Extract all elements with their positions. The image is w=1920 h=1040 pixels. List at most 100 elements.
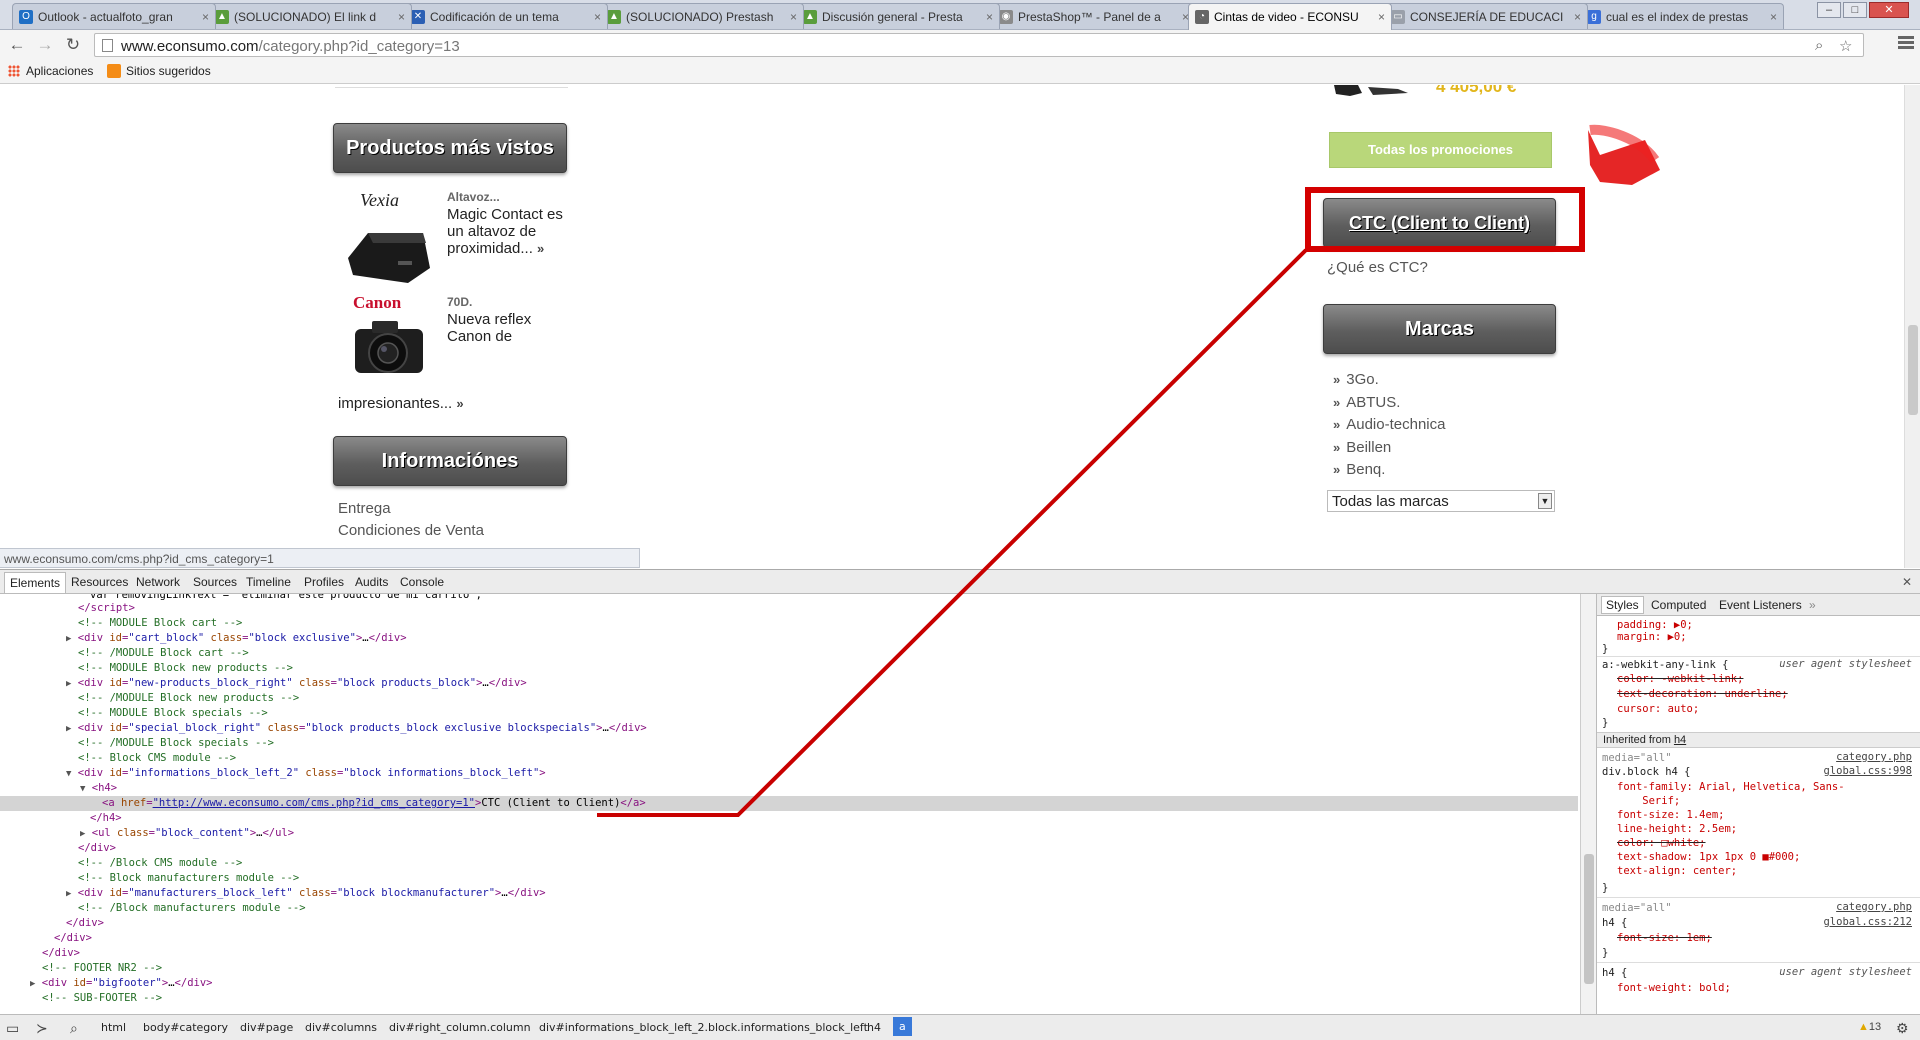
- close-tab-icon[interactable]: ×: [986, 10, 993, 24]
- tab-6[interactable]: ◉ PrestaShop™ - Panel de a ×: [992, 3, 1196, 29]
- breadcrumb-item[interactable]: div#page: [240, 1021, 293, 1034]
- tab-9[interactable]: g cual es el index de prestas ×: [1580, 3, 1784, 29]
- css-property[interactable]: font-size: 1.4em;: [1617, 808, 1724, 823]
- css-property[interactable]: font-family: Arial, Helvetica, Sans-: [1617, 780, 1845, 795]
- tab-title: Outlook - actualfoto_gran: [38, 9, 173, 24]
- tab-elements[interactable]: Elements: [4, 572, 67, 593]
- css-property[interactable]: text-shadow: 1px 1px 0 ■#000;: [1617, 850, 1800, 865]
- product-name[interactable]: Altavoz...: [447, 190, 500, 204]
- bookmark-star-icon[interactable]: ☆: [1839, 37, 1852, 55]
- breadcrumb-item[interactable]: a: [893, 1017, 912, 1036]
- inspect-search-icon[interactable]: ⌕: [70, 1020, 78, 1037]
- tab-network[interactable]: Network: [136, 575, 180, 589]
- more-arrow-icon[interactable]: »: [456, 396, 463, 411]
- tab-styles[interactable]: Styles: [1601, 596, 1644, 614]
- product-image-partial: [1334, 85, 1408, 96]
- page-scrollbar[interactable]: [1904, 85, 1920, 568]
- brand-item[interactable]: » Audio-technica: [1333, 416, 1445, 433]
- source-link[interactable]: category.php: [1836, 901, 1912, 913]
- tab-timeline[interactable]: Timeline: [246, 575, 291, 589]
- promotions-button[interactable]: Todas los promociones: [1329, 132, 1552, 168]
- css-property[interactable]: text-align: center;: [1617, 864, 1737, 879]
- devtools-breadcrumb-bar: ▭ ≻ ⌕ html body#category div#page div#colum…: [0, 1014, 1920, 1040]
- reload-button[interactable]: ↻: [62, 35, 84, 55]
- more-arrow-icon[interactable]: »: [537, 241, 544, 256]
- ctc-header-link[interactable]: CTC (Client to Client): [1323, 198, 1556, 248]
- brand-item[interactable]: » ABTUS.: [1333, 394, 1400, 411]
- close-tab-icon[interactable]: ×: [398, 10, 405, 24]
- close-tab-icon[interactable]: ×: [594, 10, 601, 24]
- console-drawer-icon[interactable]: ≻: [36, 1020, 48, 1037]
- close-tab-icon[interactable]: ×: [1574, 10, 1581, 24]
- tab-title: Cintas de video - ECONSU: [1214, 10, 1359, 24]
- settings-gear-icon[interactable]: ⚙: [1896, 1020, 1909, 1037]
- breadcrumb-item[interactable]: body#category: [143, 1021, 228, 1034]
- status-bubble: www.econsumo.com/cms.php?id_cms_category…: [0, 548, 640, 568]
- tab-audits[interactable]: Audits: [355, 575, 388, 589]
- product-name[interactable]: 70D.: [447, 295, 472, 309]
- info-link-conditions[interactable]: Condiciones de Venta: [338, 522, 484, 539]
- dom-tree[interactable]: var removingLinkText = "eliminar este pr…: [0, 594, 1580, 1014]
- product-image-camera[interactable]: [350, 315, 430, 383]
- tab-3[interactable]: ✕ Codificación de un tema ×: [404, 3, 608, 29]
- tab-2[interactable]: ▲ (SOLUCIONADO) El link d ×: [208, 3, 412, 29]
- css-property[interactable]: Serif;: [1617, 794, 1680, 809]
- tab-resources[interactable]: Resources: [71, 575, 128, 589]
- tab-5[interactable]: ▲ Discusión general - Presta ×: [796, 3, 1000, 29]
- source-link[interactable]: category.php: [1836, 751, 1912, 763]
- double-chevron-icon: »: [1333, 372, 1340, 387]
- info-link-delivery[interactable]: Entrega: [338, 500, 391, 517]
- brands-select[interactable]: Todas las marcas ▼: [1327, 490, 1555, 512]
- tab-4[interactable]: ▲ (SOLUCIONADO) Prestash ×: [600, 3, 804, 29]
- chevron-down-icon[interactable]: ▼: [1538, 493, 1552, 509]
- ctc-info-link[interactable]: ¿Qué es CTC?: [1327, 259, 1428, 276]
- dom-scrollbar[interactable]: [1580, 594, 1596, 1014]
- breadcrumb-item[interactable]: div#right_column.column: [389, 1021, 531, 1034]
- tab-profiles[interactable]: Profiles: [304, 575, 344, 589]
- bookmark-suggested-sites[interactable]: Sitios sugeridos: [107, 64, 211, 78]
- breadcrumb-item[interactable]: html: [101, 1021, 126, 1034]
- address-bar[interactable]: www.econsumo.com/category.php?id_categor…: [94, 33, 1864, 57]
- close-tab-icon[interactable]: ×: [790, 10, 797, 24]
- css-property[interactable]: color: □white;: [1617, 836, 1706, 851]
- zoom-icon[interactable]: ⌕: [1815, 37, 1823, 54]
- close-tab-icon[interactable]: ×: [202, 10, 209, 24]
- css-property[interactable]: line-height: 2.5em;: [1617, 822, 1737, 837]
- tab-event-listeners[interactable]: Event Listeners: [1719, 598, 1802, 612]
- tab-title: (SOLUCIONADO) Prestash: [626, 9, 774, 24]
- dock-icon[interactable]: ▭: [6, 1020, 19, 1037]
- minimize-button[interactable]: –: [1817, 2, 1841, 18]
- prestashop-icon: ◉: [999, 9, 1013, 24]
- selected-dom-node[interactable]: <a href="http://www.econsumo.com/cms.php…: [0, 796, 1578, 811]
- page-scrollbar-thumb[interactable]: [1908, 325, 1918, 415]
- breadcrumb-item[interactable]: div#columns: [305, 1021, 377, 1034]
- close-tab-icon[interactable]: ×: [1770, 10, 1777, 24]
- menu-icon[interactable]: [1898, 36, 1914, 51]
- brand-item[interactable]: » Beillen: [1333, 439, 1391, 456]
- page-icon: [102, 39, 113, 52]
- product-image-speaker[interactable]: [338, 213, 438, 288]
- breadcrumb-item[interactable]: div#informations_block_left_2.block.info…: [539, 1021, 868, 1034]
- tab-console[interactable]: Console: [400, 575, 444, 589]
- tab-computed[interactable]: Computed: [1651, 598, 1706, 612]
- tab-title: CONSEJERÍA DE EDUCACI: [1410, 9, 1564, 24]
- tab-1[interactable]: O Outlook - actualfoto_gran ×: [12, 3, 216, 29]
- breadcrumb-item[interactable]: h4: [867, 1021, 881, 1034]
- source-link[interactable]: global.css:998: [1823, 765, 1912, 777]
- more-tabs-icon[interactable]: »: [1809, 598, 1816, 612]
- tab-7[interactable]: ◔ Cintas de video - ECONSU ×: [1188, 3, 1392, 30]
- brand-item[interactable]: » 3Go.: [1333, 371, 1379, 388]
- close-window-button[interactable]: ✕: [1869, 2, 1909, 18]
- maximize-button[interactable]: □: [1843, 2, 1867, 18]
- bookmark-apps[interactable]: Aplicaciones: [8, 64, 93, 78]
- back-button[interactable]: ←: [6, 35, 28, 55]
- source-link[interactable]: global.css:212: [1823, 916, 1912, 928]
- close-tab-icon[interactable]: ×: [1378, 10, 1385, 24]
- tab-sources[interactable]: Sources: [193, 575, 237, 589]
- dom-scrollbar-thumb[interactable]: [1584, 854, 1594, 984]
- forward-button[interactable]: →: [34, 35, 56, 55]
- brand-item[interactable]: » Benq.: [1333, 461, 1385, 478]
- warning-count[interactable]: ▲13: [1858, 1021, 1881, 1033]
- close-devtools-icon[interactable]: ✕: [1902, 575, 1912, 589]
- tab-8[interactable]: ▭ CONSEJERÍA DE EDUCACI ×: [1384, 3, 1588, 29]
